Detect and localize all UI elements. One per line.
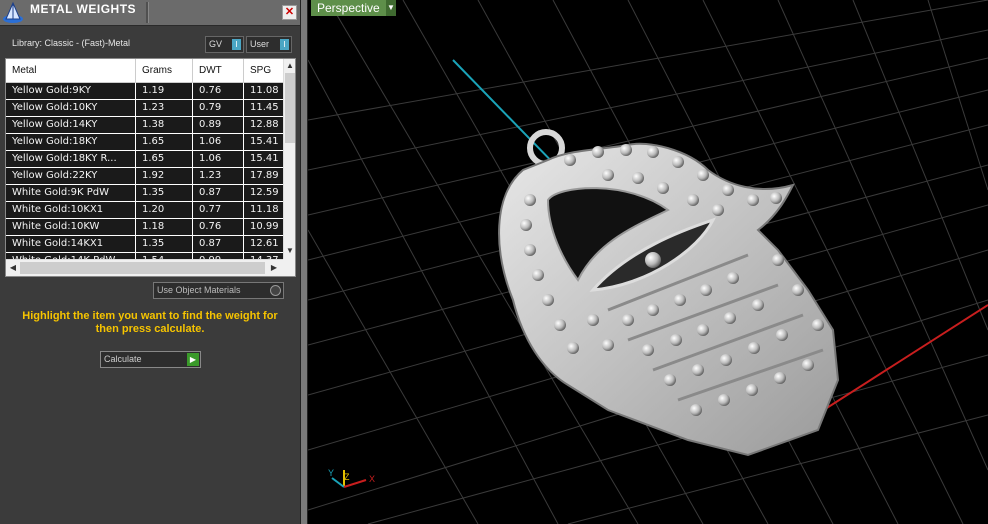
scrollbar-corner bbox=[283, 259, 295, 276]
spg-cell: 12.61 bbox=[250, 238, 279, 249]
dwt-cell: 0.87 bbox=[193, 236, 244, 252]
user-label: User bbox=[250, 39, 270, 49]
metal-table: Metal Grams DWT SPG Yellow Gold:9KY 1.19… bbox=[5, 58, 296, 277]
metal-cell: Yellow Gold:14KY bbox=[6, 117, 136, 133]
user-toggle[interactable]: User I bbox=[246, 36, 292, 53]
dwt-cell: 1.06 bbox=[193, 151, 244, 167]
scroll-down-icon[interactable]: ▼ bbox=[284, 245, 295, 257]
panel-title: METAL WEIGHTS bbox=[30, 2, 137, 16]
dwt-cell: 0.89 bbox=[193, 117, 244, 133]
grams-cell: 1.65 bbox=[136, 134, 193, 150]
play-arrow-icon: ▶ bbox=[187, 353, 199, 366]
vertical-scrollbar[interactable]: ▲ ▼ bbox=[283, 59, 295, 259]
spg-cell: 11.18 bbox=[250, 204, 279, 215]
dwt-cell: 1.23 bbox=[193, 168, 244, 184]
dwt-cell: 1.06 bbox=[193, 134, 244, 150]
grams-cell: 1.65 bbox=[136, 151, 193, 167]
table-row[interactable]: Yellow Gold:10KY 1.23 0.79 11.45 bbox=[6, 100, 283, 117]
spg-cell: 12.59 bbox=[250, 187, 279, 198]
column-header-spg[interactable]: SPG bbox=[244, 59, 283, 82]
metal-cell: Yellow Gold:10KY bbox=[6, 100, 136, 116]
metal-cell: White Gold:10KW bbox=[6, 219, 136, 235]
metal-weights-panel: METAL WEIGHTS ✕ Library: Classic - (Fast… bbox=[0, 0, 300, 524]
table-row[interactable]: White Gold:10KW 1.18 0.76 10.99 bbox=[6, 219, 283, 236]
gv-label: GV bbox=[209, 39, 223, 49]
dwt-cell: 0.79 bbox=[193, 100, 244, 116]
app-logo-icon bbox=[3, 1, 23, 23]
table-header: Metal Grams DWT SPG bbox=[6, 59, 283, 83]
calculate-label: Calculate bbox=[104, 354, 142, 364]
scroll-left-icon[interactable]: ◀ bbox=[7, 262, 19, 274]
spg-cell: 17.89 bbox=[250, 170, 279, 181]
grams-cell: 1.23 bbox=[136, 100, 193, 116]
close-button[interactable]: ✕ bbox=[282, 5, 297, 20]
axis-label-y: Y bbox=[328, 468, 334, 478]
metal-cell: White Gold:9K PdW bbox=[6, 185, 136, 201]
instruction-text: Highlight the item you want to find the … bbox=[22, 310, 278, 335]
horizontal-scrollbar[interactable]: ◀ ▶ bbox=[6, 259, 283, 276]
calculate-button[interactable]: Calculate ▶ bbox=[100, 351, 201, 368]
column-header-grams[interactable]: Grams bbox=[136, 59, 193, 82]
vertical-scroll-thumb[interactable] bbox=[285, 73, 295, 143]
metal-cell: Yellow Gold:9KY bbox=[6, 83, 136, 99]
grams-cell: 1.35 bbox=[136, 236, 193, 252]
gv-toggle[interactable]: GV I bbox=[205, 36, 244, 53]
axis-label-z: Z bbox=[344, 472, 350, 482]
scroll-up-icon[interactable]: ▲ bbox=[284, 60, 295, 72]
panel-titlebar: METAL WEIGHTS ✕ bbox=[0, 0, 300, 26]
spg-cell: 12.88 bbox=[250, 119, 279, 130]
panel-divider[interactable] bbox=[300, 0, 308, 524]
spg-cell: 11.08 bbox=[250, 85, 279, 96]
radio-indicator-icon bbox=[270, 285, 281, 296]
spg-cell: 15.41 bbox=[250, 153, 279, 164]
dwt-cell: 0.77 bbox=[193, 202, 244, 218]
metal-cell: Yellow Gold:18KY R... bbox=[6, 151, 136, 167]
horizontal-scroll-thumb[interactable] bbox=[20, 262, 265, 274]
table-row[interactable]: Yellow Gold:18KY R... 1.65 1.06 15.41 bbox=[6, 151, 283, 168]
grams-cell: 1.92 bbox=[136, 168, 193, 184]
gv-indicator-icon: I bbox=[232, 39, 241, 50]
metal-cell: White Gold:10KX1 bbox=[6, 202, 136, 218]
spg-cell: 10.99 bbox=[250, 221, 279, 232]
use-object-materials-label: Use Object Materials bbox=[157, 285, 241, 295]
grams-cell: 1.38 bbox=[136, 117, 193, 133]
axis-label-x: X bbox=[369, 474, 375, 484]
table-row[interactable]: Yellow Gold:22KY 1.92 1.23 17.89 bbox=[6, 168, 283, 185]
column-header-metal[interactable]: Metal bbox=[6, 59, 136, 82]
hamsa-pendant-model bbox=[498, 129, 840, 457]
dwt-cell: 0.76 bbox=[193, 219, 244, 235]
table-row[interactable]: Yellow Gold:14KY 1.38 0.89 12.88 bbox=[6, 117, 283, 134]
grams-cell: 1.19 bbox=[136, 83, 193, 99]
table-row[interactable]: White Gold:14KX1 1.35 0.87 12.61 bbox=[6, 236, 283, 253]
view-menu-dropdown-icon[interactable]: ▼ bbox=[386, 0, 396, 16]
user-indicator-icon: I bbox=[280, 39, 289, 50]
perspective-viewport[interactable]: Z Y X Perspective ▼ bbox=[308, 0, 988, 524]
close-icon: ✕ bbox=[284, 6, 295, 18]
table-row[interactable]: Yellow Gold:9KY 1.19 0.76 11.08 bbox=[6, 83, 283, 100]
scroll-right-icon[interactable]: ▶ bbox=[268, 262, 280, 274]
spg-cell: 11.45 bbox=[250, 102, 279, 113]
spg-cell: 15.41 bbox=[250, 136, 279, 147]
library-label: Library: Classic - (Fast)-Metal bbox=[12, 38, 131, 48]
dwt-cell: 0.76 bbox=[193, 83, 244, 99]
table-row[interactable]: White Gold:9K PdW 1.35 0.87 12.59 bbox=[6, 185, 283, 202]
grams-cell: 1.20 bbox=[136, 202, 193, 218]
metal-cell: White Gold:14KX1 bbox=[6, 236, 136, 252]
column-header-dwt[interactable]: DWT bbox=[193, 59, 244, 82]
use-object-materials-toggle[interactable]: Use Object Materials bbox=[153, 282, 284, 299]
metal-cell: Yellow Gold:18KY bbox=[6, 134, 136, 150]
view-name-tab[interactable]: Perspective bbox=[311, 0, 387, 16]
grams-cell: 1.35 bbox=[136, 185, 193, 201]
title-separator bbox=[146, 2, 149, 23]
table-row[interactable]: Yellow Gold:18KY 1.65 1.06 15.41 bbox=[6, 134, 283, 151]
axis-gizmo: Z Y X bbox=[328, 468, 375, 488]
table-rows: Yellow Gold:9KY 1.19 0.76 11.08 Yellow G… bbox=[6, 83, 283, 270]
metal-cell: Yellow Gold:22KY bbox=[6, 168, 136, 184]
dwt-cell: 0.87 bbox=[193, 185, 244, 201]
table-row[interactable]: White Gold:10KX1 1.20 0.77 11.18 bbox=[6, 202, 283, 219]
viewport-scene: Z Y X bbox=[308, 0, 988, 524]
grams-cell: 1.18 bbox=[136, 219, 193, 235]
